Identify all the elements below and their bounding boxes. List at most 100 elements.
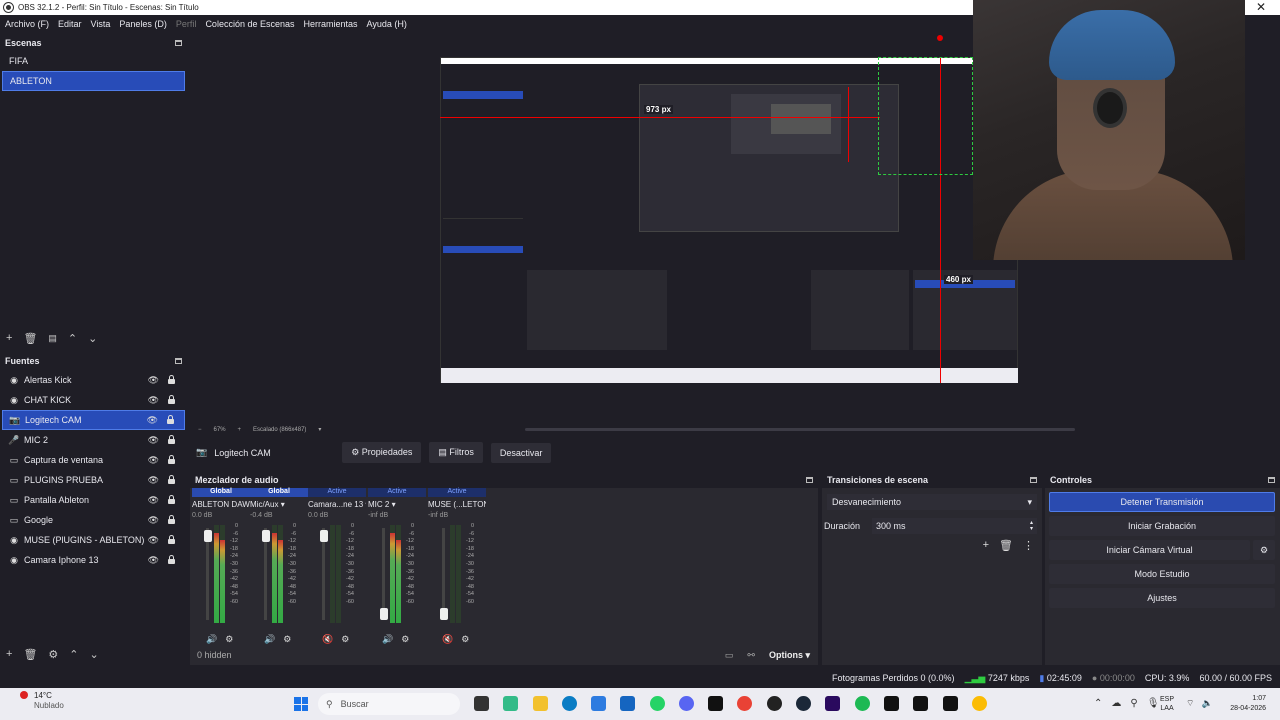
lock-icon[interactable]: [168, 475, 175, 484]
filters-button[interactable]: ▤ Filtros: [429, 442, 483, 463]
channel-name-select[interactable]: MUSE (...LETON) ▾: [428, 500, 486, 512]
lock-icon[interactable]: [168, 435, 175, 444]
eye-icon[interactable]: 👁: [148, 555, 159, 566]
start-button[interactable]: [294, 697, 308, 711]
undock-icon[interactable]: [1030, 476, 1037, 483]
whatsapp-icon[interactable]: [650, 696, 665, 711]
lock-icon[interactable]: [168, 495, 175, 504]
source-item[interactable]: ◉ CHAT KICK 👁: [2, 390, 185, 410]
eye-icon[interactable]: 👁: [147, 415, 158, 426]
transition-select[interactable]: Desvanecimiento ▾: [827, 494, 1037, 510]
link-icon[interactable]: ⚯: [747, 650, 755, 661]
lock-icon[interactable]: [168, 395, 175, 404]
channel-settings-icon[interactable]: ⚙: [401, 634, 409, 645]
move-up-icon[interactable]: ⌃: [69, 648, 78, 661]
widgets-icon[interactable]: [503, 696, 518, 711]
chrome-icon[interactable]: [737, 696, 752, 711]
zoom-out-icon[interactable]: −: [198, 427, 202, 433]
volume-slider-knob[interactable]: [319, 529, 328, 542]
volume-slider-track[interactable]: [261, 528, 270, 620]
source-item[interactable]: ▭ Captura de ventana 👁: [2, 450, 185, 470]
undock-icon[interactable]: [806, 476, 813, 483]
eye-icon[interactable]: 👁: [148, 475, 159, 486]
cloud-icon[interactable]: ☁: [1111, 698, 1121, 709]
volume-slider-knob[interactable]: [379, 608, 388, 620]
selection-box[interactable]: [878, 57, 973, 175]
menu-ayuda[interactable]: Ayuda (H): [367, 19, 407, 29]
preview-scrollbar[interactable]: [525, 428, 1075, 431]
deactivate-button[interactable]: Desactivar: [490, 442, 552, 463]
add-icon[interactable]: +: [6, 648, 12, 660]
move-down-icon[interactable]: ⌄: [90, 648, 99, 661]
channel-settings-icon[interactable]: ⚙: [461, 634, 469, 645]
undock-icon[interactable]: [1268, 476, 1275, 483]
volume-icon[interactable]: 🔈: [1201, 698, 1212, 709]
task-view-icon[interactable]: [474, 696, 489, 711]
speaker-icon[interactable]: 🔊: [264, 634, 275, 645]
eye-icon[interactable]: 👁: [148, 535, 159, 546]
network-icon[interactable]: ⚲: [1130, 698, 1137, 709]
channel-settings-icon[interactable]: ⚙: [283, 634, 291, 645]
premiere-icon[interactable]: [825, 696, 840, 711]
more-icon[interactable]: ⋮: [1023, 539, 1034, 552]
ableton-icon[interactable]: [884, 696, 899, 711]
chevron-down-icon[interactable]: ▾: [318, 426, 321, 433]
menu-coleccion-escenas[interactable]: Colección de Escenas: [205, 19, 294, 29]
speaker-icon[interactable]: 🔊: [206, 634, 217, 645]
discord-icon[interactable]: [679, 696, 694, 711]
weather-widget[interactable]: 14°C Nublado: [20, 691, 64, 711]
volume-slider-track[interactable]: [203, 528, 212, 620]
volume-slider-track[interactable]: [379, 528, 388, 620]
volume-slider-knob[interactable]: [203, 529, 212, 542]
volume-slider-track[interactable]: [439, 528, 448, 620]
virtual-cam-settings-button[interactable]: ⚙: [1253, 540, 1275, 560]
volume-slider-knob[interactable]: [261, 530, 270, 543]
steam-icon[interactable]: [796, 696, 811, 711]
start-recording-button[interactable]: Iniciar Grabación: [1049, 516, 1275, 536]
settings-button[interactable]: Ajustes: [1049, 588, 1275, 608]
channel-name-select[interactable]: ABLETON DAW ▾: [192, 500, 250, 512]
speaker-icon[interactable]: 🔊: [382, 634, 393, 645]
menu-vista[interactable]: Vista: [91, 19, 111, 29]
obs-icon[interactable]: [767, 696, 782, 711]
wifi-icon[interactable]: ⌔: [1186, 698, 1194, 709]
source-item[interactable]: ◉ MUSE (PlUGINS - ABLETON) 👁: [2, 530, 185, 550]
eye-icon[interactable]: 👁: [148, 515, 159, 526]
filters-icon[interactable]: ▤: [48, 333, 57, 344]
menu-editar[interactable]: Editar: [58, 19, 82, 29]
volume-slider-track[interactable]: [319, 528, 328, 620]
start-virtual-cam-button[interactable]: Iniciar Cámara Virtual: [1049, 540, 1250, 560]
source-item[interactable]: 📷 Logitech CAM 👁: [2, 410, 185, 430]
muted-speaker-icon[interactable]: 🔇: [442, 634, 453, 645]
volume-slider-knob[interactable]: [439, 608, 448, 620]
properties-button[interactable]: ⚙ Propiedades: [342, 442, 422, 463]
microphone-icon[interactable]: 🎙: [1147, 698, 1160, 709]
channel-settings-icon[interactable]: ⚙: [225, 634, 233, 645]
channel-name-select[interactable]: Camara...ne 13 ▾: [308, 500, 366, 512]
move-down-icon[interactable]: ⌄: [88, 332, 97, 345]
mail-icon[interactable]: [620, 696, 635, 711]
taskbar-search[interactable]: ⚲ Buscar: [318, 693, 460, 715]
studio-mode-button[interactable]: Modo Estudio: [1049, 564, 1275, 584]
ableton-live-icon[interactable]: [943, 696, 958, 711]
eye-icon[interactable]: 👁: [148, 375, 159, 386]
source-item[interactable]: ▭ Google 👁: [2, 510, 185, 530]
trash-icon[interactable]: 🗑: [999, 539, 1013, 552]
zoom-in-icon[interactable]: +: [238, 427, 242, 433]
lock-icon[interactable]: [168, 535, 175, 544]
eye-icon[interactable]: 👁: [148, 495, 159, 506]
menu-herramientas[interactable]: Herramientas: [304, 19, 358, 29]
capcut-icon[interactable]: [708, 696, 723, 711]
undock-icon[interactable]: [175, 39, 182, 46]
source-item[interactable]: ◉ Alertas Kick 👁: [2, 370, 185, 390]
edge-browser-icon[interactable]: [562, 696, 577, 711]
lock-icon[interactable]: [167, 415, 174, 424]
source-item[interactable]: ▭ Pantalla Ableton 👁: [2, 490, 185, 510]
trash-icon[interactable]: 🗑: [23, 648, 37, 661]
close-icon[interactable]: ✕: [1256, 0, 1266, 14]
channel-settings-icon[interactable]: ⚙: [341, 634, 349, 645]
scene-item-fifa[interactable]: FIFA: [2, 51, 185, 71]
transform-handle[interactable]: [937, 35, 943, 41]
spotify-icon[interactable]: [855, 696, 870, 711]
spin-arrows-icon[interactable]: ▴ ▾: [1030, 520, 1033, 532]
